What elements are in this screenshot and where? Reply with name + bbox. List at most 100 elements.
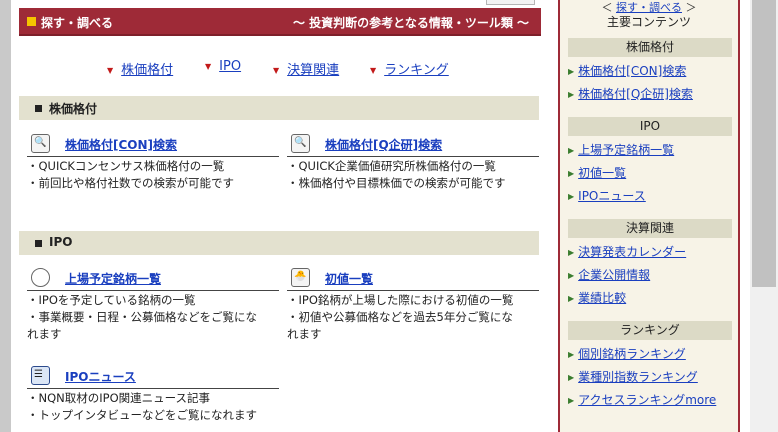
list-item-qkiken-search: 🔍 株価格付[Q企研]検索 ・QUICK企業価値研究所株価格付の一覧 ・株価格付… <box>287 134 539 192</box>
sidebar-title: 主要コンテンツ <box>606 15 691 29</box>
section-square-icon <box>35 105 42 112</box>
sidebar-link[interactable]: 企業公開情報 <box>578 268 650 282</box>
item-header: 🐣 初値一覧 <box>287 268 539 291</box>
quicknav-link[interactable]: 決算関連 <box>287 63 339 78</box>
breadcrumb-link[interactable]: 探す・調べる <box>616 1 682 14</box>
triangle-right-icon: ▶ <box>568 90 575 99</box>
desc-line: ・事業概要・日程・公募価格などをご覧にな <box>27 310 257 324</box>
triangle-down-icon: ▼ <box>205 62 212 71</box>
list-item-hatsune: 🐣 初値一覧 ・IPO銘柄が上場した際における初値の一覧 ・初値や公募価格などを… <box>287 268 539 343</box>
desc-line: ・QUICKコンセンサス株価格付の一覧 <box>27 159 225 173</box>
section-header: 探す・調べる ～ 投資判断の参考となる情報・ツール類 ～ <box>19 8 541 36</box>
sidebar-link[interactable]: 個別銘柄ランキング <box>578 347 686 361</box>
sidebar-link[interactable]: 上場予定銘柄一覧 <box>578 143 674 157</box>
sidebar: ＜ 探す・調べる ＞ 主要コンテンツ 株価格付 ▶ 株価格付[CON]検索 ▶ 株価… <box>558 0 740 432</box>
header-title: 探す・調べる <box>41 16 114 30</box>
sidebar-category: 決算関連 <box>568 219 732 238</box>
desc-line: ・QUICK企業価値研究所株価格付の一覧 <box>287 159 496 173</box>
item-header: 上場予定銘柄一覧 <box>27 268 279 291</box>
item-link[interactable]: 上場予定銘柄一覧 <box>65 270 161 287</box>
sidebar-link[interactable]: IPOニュース <box>578 189 646 203</box>
hatching-chick-icon: 🐣 <box>291 268 310 287</box>
item-link[interactable]: 初値一覧 <box>325 270 373 287</box>
triangle-right-icon: ▶ <box>568 192 575 201</box>
item-link[interactable]: IPOニュース <box>65 368 136 385</box>
triangle-right-icon: ▶ <box>568 373 575 382</box>
desc-line: ・株価格付や目標株価での検索が可能です <box>287 176 506 190</box>
triangle-right-icon: ▶ <box>568 271 575 280</box>
sidebar-item[interactable]: ▶ 株価格付[Q企研]検索 <box>568 85 693 102</box>
quicknav-item-ranking[interactable]: ▼ ランキング <box>370 59 449 78</box>
item-description: ・IPO銘柄が上場した際における初値の一覧 ・初値や公募価格などを過去5年分ご覧… <box>287 291 539 343</box>
magnifier-chart-icon: 🔍 <box>31 134 50 153</box>
quicknav-item-kessan[interactable]: ▼ 決算関連 <box>273 59 339 78</box>
quicknav-link[interactable]: 株価格付 <box>121 63 173 78</box>
item-header: 🔍 株価格付[Q企研]検索 <box>287 134 539 157</box>
item-link[interactable]: 株価格付[CON]検索 <box>65 136 177 153</box>
sidebar-item[interactable]: ▶ 業種別指数ランキング <box>568 368 698 385</box>
item-description: ・IPOを予定している銘柄の一覧 ・事業概要・日程・公募価格などをご覧にな れま… <box>27 291 279 343</box>
vertical-scrollbar[interactable] <box>750 0 778 432</box>
sidebar-breadcrumb: ＜ 探す・調べる ＞ <box>560 0 738 15</box>
sidebar-link[interactable]: 業績比較 <box>578 291 626 305</box>
sidebar-item[interactable]: ▶ 上場予定銘柄一覧 <box>568 141 674 158</box>
quicknav-item-kabuka[interactable]: ▼ 株価格付 <box>107 59 173 78</box>
sidebar-item[interactable]: ▶ 企業公開情報 <box>568 266 650 283</box>
triangle-right-icon: ▶ <box>568 248 575 257</box>
list-item-ipo-news: ☰ IPOニュース ・NQN取材のIPO関連ニュース記事 ・トップインタビューな… <box>27 366 279 424</box>
sidebar-link[interactable]: 決算発表カレンダー <box>578 245 686 259</box>
sidebar-link[interactable]: 株価格付[CON]検索 <box>578 64 686 78</box>
desc-line: れます <box>287 327 322 341</box>
list-item-con-search: 🔍 株価格付[CON]検索 ・QUICKコンセンサス株価格付の一覧 ・前回比や格… <box>27 134 279 192</box>
item-description: ・QUICKコンセンサス株価格付の一覧 ・前回比や格付社数での検索が可能です <box>27 157 279 192</box>
news-document-icon: ☰ <box>31 366 50 385</box>
window-left-edge <box>0 0 11 432</box>
triangle-right-icon: ▶ <box>568 294 575 303</box>
triangle-right-icon: ▶ <box>568 67 575 76</box>
sidebar-item[interactable]: ▶ 初値一覧 <box>568 164 626 181</box>
quicknav-item-ipo[interactable]: ▼ IPO <box>205 59 241 74</box>
item-description: ・QUICK企業価値研究所株価格付の一覧 ・株価格付や目標株価での検索が可能です <box>287 157 539 192</box>
sidebar-item[interactable]: ▶ アクセスランキングmore <box>568 391 716 408</box>
section-bar-ipo: IPO <box>19 231 539 255</box>
desc-line: ・前回比や格付社数での検索が可能です <box>27 176 234 190</box>
section-label: IPO <box>49 235 73 249</box>
arrow-right-icon: ＞ <box>685 1 697 14</box>
list-item-ipo-schedule: 上場予定銘柄一覧 ・IPOを予定している銘柄の一覧 ・事業概要・日程・公募価格な… <box>27 268 279 343</box>
desc-line: ・NQN取材のIPO関連ニュース記事 <box>27 391 211 405</box>
sidebar-link[interactable]: アクセスランキングmore <box>578 393 716 407</box>
triangle-down-icon: ▼ <box>273 66 280 75</box>
desc-line: ・IPOを予定している銘柄の一覧 <box>27 293 196 307</box>
main-content: 探す・調べる ～ 投資判断の参考となる情報・ツール類 ～ ▼ 株価格付 ▼ IPO … <box>11 0 541 432</box>
sidebar-item[interactable]: ▶ 株価格付[CON]検索 <box>568 62 686 79</box>
triangle-down-icon: ▼ <box>370 66 377 75</box>
quicknav-link[interactable]: ランキング <box>384 63 449 78</box>
arrow-left-icon: ＜ <box>601 1 613 14</box>
section-bar-kabuka: 株価格付 <box>19 96 539 120</box>
scrollbar-thumb[interactable] <box>752 0 776 287</box>
desc-line: れます <box>27 327 62 341</box>
item-header: ☰ IPOニュース <box>27 366 279 389</box>
egg-icon <box>31 268 50 287</box>
desc-line: ・トップインタビューなどをご覧になれます <box>27 408 257 422</box>
triangle-right-icon: ▶ <box>568 396 575 405</box>
triangle-down-icon: ▼ <box>107 66 114 75</box>
sidebar-category: IPO <box>568 117 732 136</box>
header-square-icon <box>27 17 36 26</box>
sidebar-link[interactable]: 株価格付[Q企研]検索 <box>578 87 693 101</box>
sidebar-item[interactable]: ▶ IPOニュース <box>568 187 646 204</box>
sidebar-link[interactable]: 初値一覧 <box>578 166 626 180</box>
sidebar-link[interactable]: 業種別指数ランキング <box>578 370 698 384</box>
sidebar-category: 株価格付 <box>568 38 732 57</box>
sidebar-item[interactable]: ▶ 決算発表カレンダー <box>568 243 686 260</box>
header-subtitle: ～ 投資判断の参考となる情報・ツール類 ～ <box>293 16 529 30</box>
triangle-right-icon: ▶ <box>568 146 575 155</box>
sidebar-item[interactable]: ▶ 個別銘柄ランキング <box>568 345 686 362</box>
item-link[interactable]: 株価格付[Q企研]検索 <box>325 136 442 153</box>
quicknav-link[interactable]: IPO <box>219 59 241 74</box>
section-square-icon <box>35 240 42 247</box>
item-header: 🔍 株価格付[CON]検索 <box>27 134 279 157</box>
section-label: 株価格付 <box>49 102 98 116</box>
sidebar-item[interactable]: ▶ 業績比較 <box>568 289 626 306</box>
triangle-right-icon: ▶ <box>568 169 575 178</box>
